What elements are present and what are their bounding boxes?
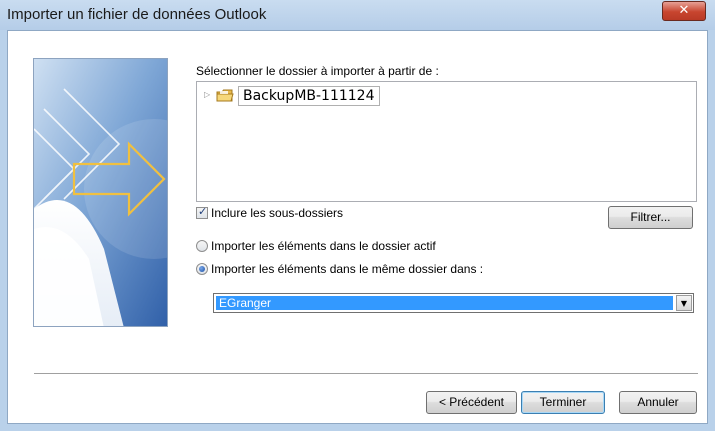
close-icon: ✕ xyxy=(678,3,690,18)
window-title: Importer un fichier de données Outlook xyxy=(7,6,267,23)
radio-selected-dot xyxy=(199,266,205,272)
back-button[interactable]: < Précédent xyxy=(426,391,517,414)
target-folder-value: EGranger xyxy=(216,296,673,310)
include-subfolders-checkbox[interactable]: ✓ xyxy=(196,205,208,219)
tree-item-label[interactable]: BackupMB-111124 xyxy=(238,86,380,106)
target-folder-dropdown[interactable]: EGranger ▼ xyxy=(213,293,694,313)
source-folder-label: Sélectionner le dossier à importer à par… xyxy=(196,64,439,78)
radio-import-active-folder-label[interactable]: Importer les éléments dans le dossier ac… xyxy=(211,239,436,253)
pst-folder-icon xyxy=(216,88,234,103)
chevron-down-icon[interactable]: ▼ xyxy=(676,295,692,311)
include-subfolders-label[interactable]: Inclure les sous-dossiers xyxy=(211,206,343,220)
title-bar[interactable]: Importer un fichier de données Outlook ✕ xyxy=(0,0,715,30)
filter-button[interactable]: Filtrer... xyxy=(608,206,693,229)
triangle-right-icon[interactable]: ▷ xyxy=(204,90,210,99)
wizard-banner-icon xyxy=(33,58,168,327)
dialog-client-area: Sélectionner le dossier à importer à par… xyxy=(7,30,708,424)
radio-import-same-folder-label[interactable]: Importer les éléments dans le même dossi… xyxy=(211,262,483,276)
radio-import-same-folder[interactable] xyxy=(196,263,208,275)
source-folder-tree[interactable]: ▷ BackupMB-111124 xyxy=(196,81,697,202)
footer-separator xyxy=(34,373,698,375)
check-icon: ✓ xyxy=(198,205,208,218)
cancel-button[interactable]: Annuler xyxy=(619,391,697,414)
finish-button[interactable]: Terminer xyxy=(521,391,605,414)
close-button[interactable]: ✕ xyxy=(662,1,706,21)
radio-import-active-folder[interactable] xyxy=(196,240,208,252)
